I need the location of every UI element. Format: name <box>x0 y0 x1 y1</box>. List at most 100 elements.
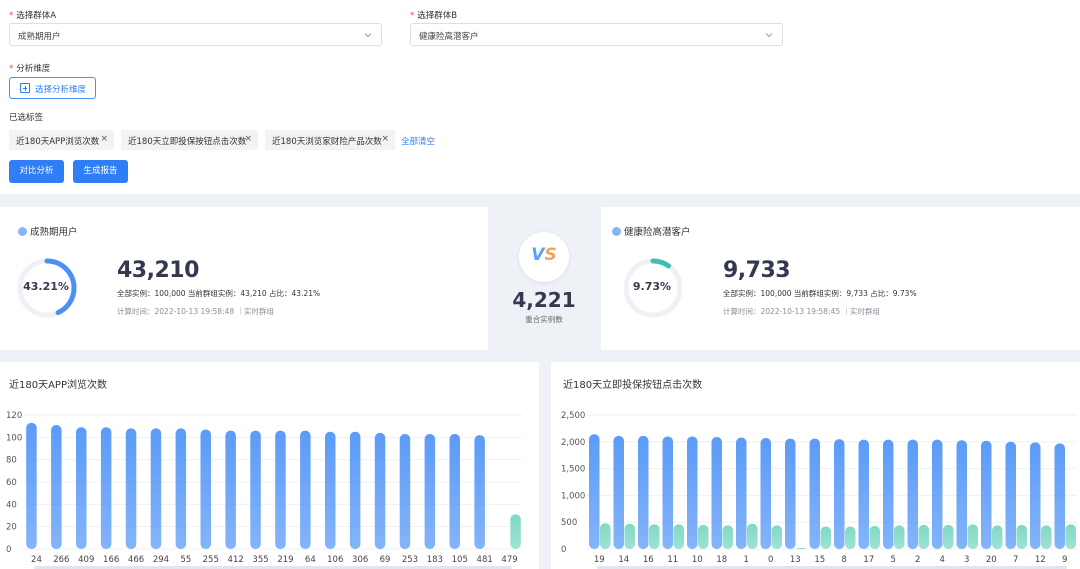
group-b-select[interactable]: 健康险高潜客户 <box>410 23 783 46</box>
x-tick-label: 5 <box>891 555 896 565</box>
bar[interactable] <box>175 428 187 549</box>
bar[interactable] <box>300 430 311 549</box>
bar[interactable] <box>449 433 461 549</box>
x-tick-label: 4 <box>940 555 945 565</box>
compare-button[interactable]: 对比分析 <box>9 160 64 183</box>
bar[interactable] <box>424 433 436 549</box>
x-tick-label: 253 <box>402 555 418 565</box>
bar[interactable] <box>638 435 649 549</box>
bar[interactable] <box>662 436 674 549</box>
y-tick-label: 100 <box>6 433 22 443</box>
bar[interactable] <box>150 428 162 549</box>
bar[interactable] <box>760 438 772 549</box>
bar[interactable] <box>698 524 709 549</box>
bar[interactable] <box>1054 443 1066 549</box>
bar[interactable] <box>250 430 261 549</box>
bar[interactable] <box>736 437 747 549</box>
bar[interactable] <box>771 525 783 549</box>
bar[interactable] <box>1016 524 1028 549</box>
bar[interactable] <box>673 524 685 549</box>
bar[interactable] <box>200 429 212 549</box>
bar[interactable] <box>374 432 386 549</box>
bar[interactable] <box>858 439 870 549</box>
bar[interactable] <box>722 525 734 549</box>
close-icon[interactable]: × <box>100 134 108 144</box>
x-tick-label: 3 <box>964 555 969 565</box>
x-tick-label: 166 <box>103 555 119 565</box>
x-tick-label: 10 <box>692 555 703 565</box>
bar[interactable] <box>26 422 37 549</box>
bar[interactable] <box>1030 442 1041 549</box>
bar[interactable] <box>510 514 521 549</box>
x-tick-label: 0 <box>768 555 773 565</box>
y-tick-label: 20 <box>6 523 17 533</box>
bar[interactable] <box>956 440 968 549</box>
bar[interactable] <box>992 525 1003 549</box>
bar[interactable] <box>943 524 954 549</box>
bar[interactable] <box>809 438 821 549</box>
close-icon[interactable]: × <box>381 134 389 144</box>
bar[interactable] <box>834 439 845 549</box>
bar[interactable] <box>589 434 600 549</box>
chevron-down-icon <box>364 33 372 38</box>
bar[interactable] <box>51 425 62 549</box>
bar[interactable] <box>981 440 992 549</box>
group-a-time: 计算时间：2022-10-13 19:58:48 ｜实时群组 <box>117 307 275 316</box>
select-dimension-button[interactable]: 选择分析维度 <box>9 77 96 99</box>
y-tick-label: 0 <box>561 545 566 555</box>
x-tick-label: 409 <box>78 555 94 565</box>
bar[interactable] <box>711 436 723 549</box>
bar[interactable] <box>796 547 807 549</box>
bar[interactable] <box>225 430 236 549</box>
bar[interactable] <box>125 428 137 549</box>
group-b-time: 计算时间：2022-10-13 19:58:45 ｜实时群组 <box>723 307 881 316</box>
bar[interactable] <box>100 427 112 549</box>
bar[interactable] <box>747 523 758 549</box>
group-b-meta: 全部实例：100,000 当前群组实例：9,733 占比：9.73% <box>723 289 917 298</box>
bar[interactable] <box>687 436 698 549</box>
bar[interactable] <box>820 526 832 549</box>
bar[interactable] <box>600 523 611 549</box>
group-a-label: * 选择群体A <box>9 11 57 21</box>
bar[interactable] <box>967 524 979 549</box>
bar[interactable] <box>349 431 361 549</box>
x-tick-label: 8 <box>842 555 847 565</box>
x-tick-label: 19 <box>594 555 605 565</box>
group-a-count: 43,210 <box>117 258 199 283</box>
bar[interactable] <box>399 433 411 549</box>
bar[interactable] <box>907 439 919 549</box>
x-tick-label: 466 <box>128 555 144 565</box>
bar[interactable] <box>932 439 943 549</box>
overlap-count: 4,221 <box>512 288 576 312</box>
chart-title-app-views: 近180天APP浏览次数 <box>9 380 107 391</box>
x-tick-label: 9 <box>1062 555 1067 565</box>
bar[interactable] <box>76 427 87 549</box>
user-icon <box>18 227 27 236</box>
bar[interactable] <box>275 430 286 549</box>
bar[interactable] <box>613 435 625 549</box>
group-a-percent: 43.21% <box>23 280 69 293</box>
bar[interactable] <box>1065 524 1077 549</box>
bar[interactable] <box>474 435 485 549</box>
bar[interactable] <box>894 525 905 549</box>
generate-report-button[interactable]: 生成报告 <box>73 160 128 183</box>
x-tick-label: 55 <box>180 555 191 565</box>
tag-chip: 近180天APP浏览次数 × <box>9 130 114 150</box>
bar[interactable] <box>869 525 881 549</box>
bar[interactable] <box>883 439 894 549</box>
bar[interactable] <box>845 526 856 549</box>
group-b-value: 健康险高潜客户 <box>419 32 479 42</box>
clear-all-link[interactable]: 全部清空 <box>401 135 435 147</box>
bar[interactable] <box>649 524 660 549</box>
bar[interactable] <box>624 523 636 549</box>
x-tick-label: 266 <box>53 555 69 565</box>
close-icon[interactable]: × <box>244 134 252 144</box>
group-a-select[interactable]: 成熟期用户 <box>9 23 382 46</box>
bar[interactable] <box>918 524 930 549</box>
x-tick-label: 306 <box>352 555 368 565</box>
bar[interactable] <box>785 438 796 549</box>
bar[interactable] <box>1005 441 1017 549</box>
bar[interactable] <box>1041 525 1052 549</box>
bar[interactable] <box>325 431 336 549</box>
x-tick-label: 294 <box>153 555 169 565</box>
